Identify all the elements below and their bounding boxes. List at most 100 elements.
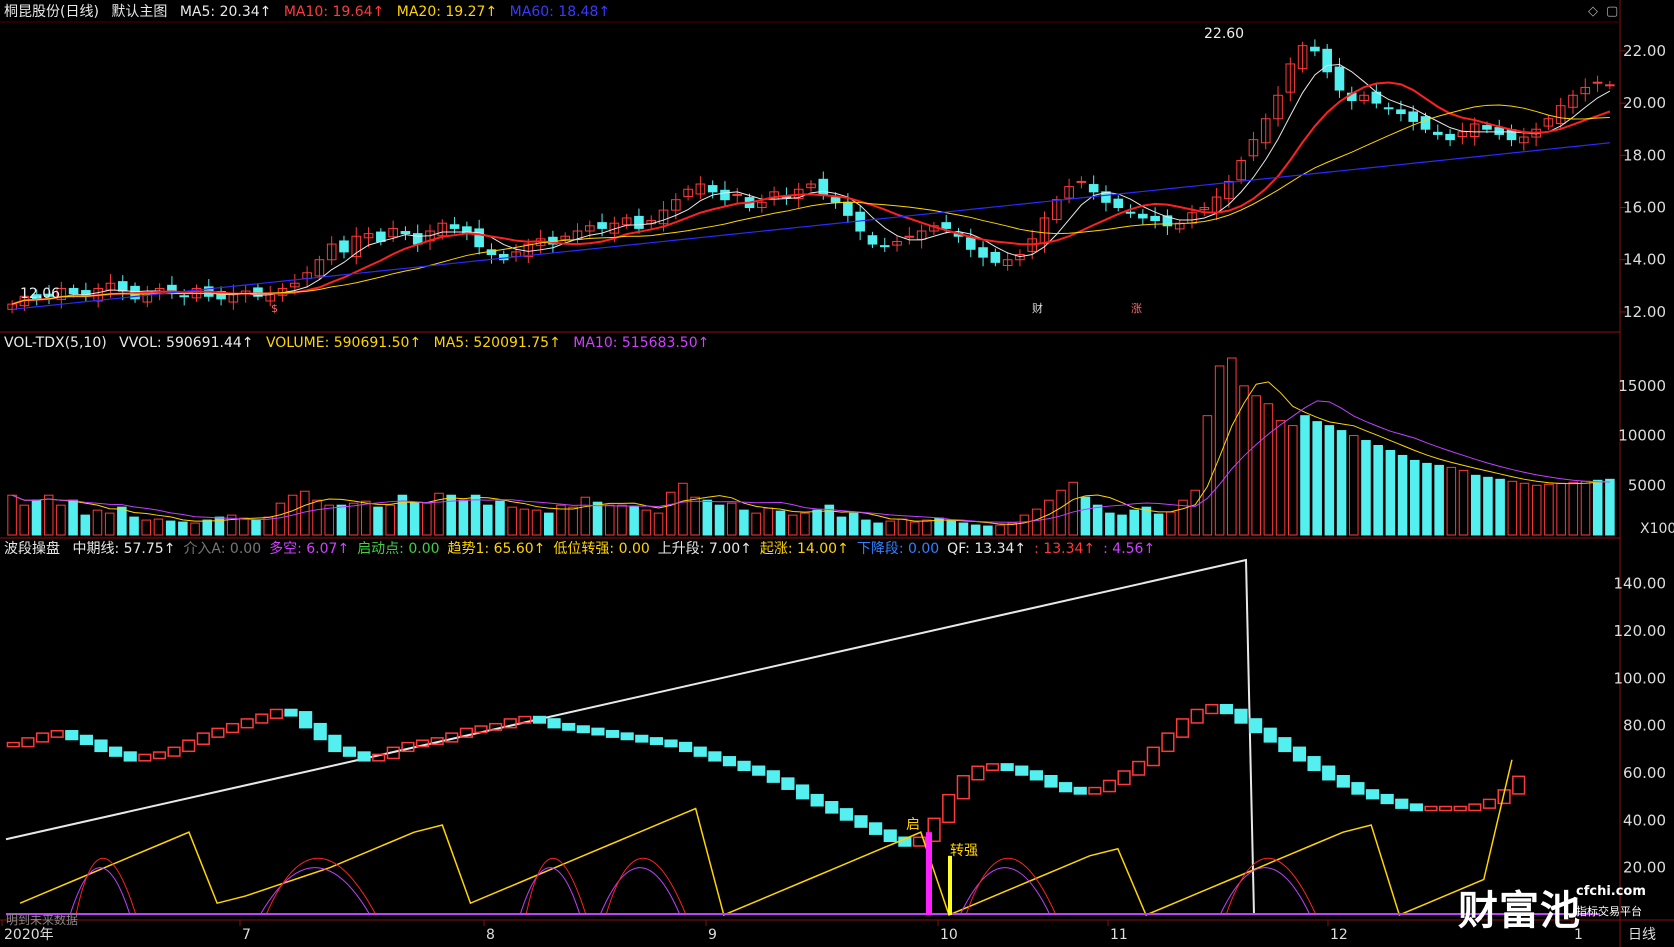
candle-body <box>1310 46 1320 52</box>
high-price-label: 22.60 <box>1204 26 1244 42</box>
volume-bar <box>190 522 200 536</box>
volume-bar <box>812 509 822 536</box>
price-tick-label: 14.00 <box>1623 251 1666 269</box>
volume-bar <box>678 482 688 536</box>
midterm-block <box>839 808 853 821</box>
midterm-block <box>1190 708 1204 724</box>
candle-body <box>1150 215 1160 222</box>
x-axis-label: 12 <box>1330 927 1348 943</box>
volume-bar <box>385 504 395 536</box>
volume-bar <box>19 504 30 536</box>
x-axis-label: 10 <box>940 927 958 943</box>
volume-unit-label: X100 <box>1640 521 1674 537</box>
midterm-block <box>1468 803 1482 812</box>
watermark-tag: 指标交易平台 <box>1576 905 1642 918</box>
volume-bar <box>873 522 883 536</box>
candle-body <box>167 284 177 292</box>
volume-bar <box>983 525 993 536</box>
volume-tick-label: 15000 <box>1618 377 1666 395</box>
midterm-block <box>605 730 620 738</box>
midterm-block <box>1249 718 1263 734</box>
qf-line <box>1225 857 1317 916</box>
midterm-block <box>781 777 795 790</box>
midterm-block <box>342 746 357 757</box>
midterm-block <box>664 739 678 748</box>
midterm-block <box>693 746 707 757</box>
midterm-block <box>167 746 181 757</box>
volume-bar <box>104 512 115 536</box>
volume-bar <box>324 504 334 536</box>
midterm-block <box>1059 782 1073 793</box>
midterm-block <box>562 722 576 731</box>
volume-bar <box>1361 440 1371 536</box>
candle-body <box>117 281 128 292</box>
midterm-block <box>1234 708 1248 724</box>
volume-bar <box>153 518 164 536</box>
volume-bar <box>1019 514 1030 536</box>
midterm-block <box>825 801 839 814</box>
midterm-block <box>138 753 152 762</box>
volume-bar <box>275 502 286 536</box>
volume-bar <box>373 506 383 536</box>
duokong-line <box>519 867 581 916</box>
volume-bar <box>1531 484 1542 536</box>
volume-bar <box>1031 508 1042 536</box>
candle-body <box>1113 198 1124 209</box>
candle-body <box>68 287 79 295</box>
candle-body <box>474 228 484 248</box>
midterm-block <box>795 784 810 800</box>
watermark-site: cfchi.com <box>1576 884 1646 899</box>
qf-line <box>605 857 687 916</box>
x-axis-label: 8 <box>486 927 495 943</box>
volume-bar <box>129 516 139 536</box>
volume-bar <box>531 509 542 536</box>
x-axis-label: 9 <box>708 927 717 943</box>
candle-body <box>990 251 1001 263</box>
volume-bar <box>348 502 359 536</box>
midterm-block <box>1512 775 1526 795</box>
candle-body <box>978 247 988 258</box>
zhuanqiang-marker-bar <box>948 855 952 915</box>
volume-bar <box>1288 425 1298 536</box>
volume-bar <box>1592 479 1603 536</box>
volume-bar <box>922 519 932 536</box>
watermark-brand: 财富池 <box>1458 888 1581 934</box>
volume-bar <box>568 506 578 536</box>
candle-body <box>634 215 644 229</box>
price-tick-label: 18.00 <box>1623 146 1666 164</box>
volume-bar <box>1251 395 1261 536</box>
candle-body <box>1383 107 1394 110</box>
midterm-block <box>766 770 780 783</box>
volume-bar <box>68 499 78 536</box>
midterm-block <box>255 713 269 724</box>
midterm-block <box>21 737 35 748</box>
x-axis-label: 11 <box>1110 927 1128 943</box>
period-label[interactable]: 日线 <box>1628 924 1656 944</box>
volume-bar <box>653 512 664 536</box>
midterm-block <box>196 732 210 745</box>
candle-body <box>867 235 878 245</box>
volume-tick-label: 10000 <box>1618 427 1666 445</box>
volume-bar <box>787 514 798 536</box>
midterm-block <box>1088 786 1102 795</box>
volume-bar <box>336 504 347 536</box>
volume-bar <box>1275 420 1286 536</box>
midterm-block <box>65 730 79 741</box>
volume-bar <box>1080 496 1091 536</box>
volume-bar <box>458 499 469 536</box>
x-axis-label: 2020年 <box>4 927 54 943</box>
volume-bar <box>629 505 639 536</box>
midterm-block <box>942 793 956 824</box>
volume-bar <box>861 519 871 536</box>
duokong-line <box>1219 867 1311 916</box>
candle-body <box>1334 66 1345 91</box>
candle-body <box>1076 180 1087 183</box>
candle-body <box>1138 213 1148 219</box>
volume-bar <box>470 494 481 536</box>
volume-bar <box>165 520 176 536</box>
midterm-block <box>971 765 985 781</box>
candle-body <box>179 295 190 298</box>
price-tick-label: 22.00 <box>1623 42 1666 60</box>
volume-bar <box>946 520 957 536</box>
volume-bar <box>239 517 249 536</box>
